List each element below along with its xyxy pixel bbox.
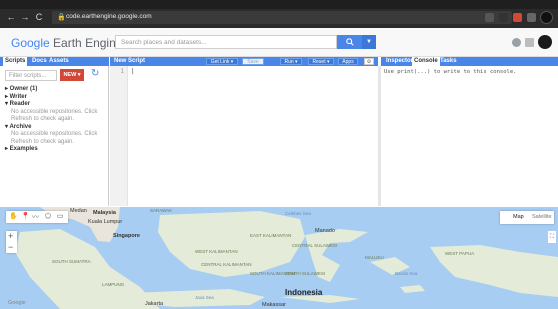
map-type-control: Map Satellite	[500, 211, 554, 224]
place-label: Celebes Sea	[285, 211, 311, 216]
search-icon	[345, 38, 354, 46]
editor-toolbar: New Script Get Link ▾ Save Run ▾ Reset ▾…	[110, 57, 378, 66]
logo-google: Google	[11, 36, 50, 50]
zoom-in-button[interactable]: +	[8, 231, 13, 242]
place-label: Java Sea	[195, 295, 214, 300]
tree-writer[interactable]: ▸ Writer	[5, 94, 105, 102]
search-input[interactable]: Search places and datasets...	[115, 35, 337, 49]
app-logo[interactable]: Google Earth Engine	[11, 36, 122, 50]
run-button[interactable]: Run ▾	[280, 58, 302, 65]
search-placeholder: Search places and datasets...	[121, 39, 207, 46]
marker-icon[interactable]: 📍	[21, 212, 30, 220]
place-label: Kuala Lumpur	[88, 219, 123, 225]
extension-red-icon[interactable]	[513, 13, 522, 22]
forward-icon[interactable]: →	[20, 12, 30, 22]
place-label: Makassar	[262, 302, 286, 308]
save-button[interactable]: Save	[242, 58, 264, 65]
star-icon[interactable]	[499, 13, 508, 22]
scripts-panel: Filter scripts... NEW ▾ ↻ ▸ Owner (1) ▸ …	[0, 66, 109, 206]
extension-icon[interactable]	[485, 13, 494, 22]
map-land	[15, 207, 558, 309]
place-label: CENTRAL KALIMANTAN	[201, 262, 252, 267]
polygon-icon[interactable]: ⬠	[45, 212, 51, 220]
script-tree: ▸ Owner (1) ▸ Writer ▾ Reader No accessi…	[5, 86, 105, 154]
refresh-icon[interactable]: ↻	[91, 68, 99, 79]
right-panel-tabs: Inspector Console Tasks	[381, 57, 558, 66]
zoom-control: + −	[6, 231, 17, 253]
account-avatar[interactable]	[538, 35, 552, 49]
url-text: code.earthengine.google.com	[66, 13, 152, 20]
browser-tabstrip	[0, 0, 558, 9]
code-editor[interactable]: 1 |	[110, 66, 378, 206]
tab-assets[interactable]: Assets	[47, 57, 71, 66]
tree-archive[interactable]: ▾ Archive	[5, 124, 105, 132]
hand-icon[interactable]: ✋	[9, 212, 18, 220]
tab-tasks[interactable]: Tasks	[438, 57, 459, 66]
tab-docs[interactable]: Docs	[30, 57, 49, 66]
place-label: SOUTH SUMATRA	[52, 259, 91, 264]
search-dropdown-button[interactable]: ▼	[362, 35, 376, 49]
back-icon[interactable]: ←	[6, 12, 16, 22]
search-button[interactable]	[337, 35, 362, 49]
profile-avatar[interactable]	[540, 11, 553, 24]
browser-chrome: ← → C 🔒 code.earthengine.google.com	[0, 0, 558, 28]
place-label: MALUKU	[365, 255, 384, 260]
fullscreen-icon[interactable]: ⛶	[548, 231, 556, 243]
line-icon[interactable]: 〰	[32, 212, 39, 222]
place-label: SOUTH SULAWESI	[285, 271, 326, 276]
help-icon[interactable]	[512, 38, 521, 47]
google-attribution: Google	[8, 300, 26, 306]
map-type-satellite[interactable]: Satellite	[532, 214, 552, 220]
console-message: Use print(...) to write to this console.	[384, 69, 517, 75]
drawing-tools: ✋ 📍 〰 ⬠ ▭	[6, 211, 68, 223]
reload-icon[interactable]: C	[34, 12, 44, 22]
zoom-out-button[interactable]: −	[8, 242, 13, 253]
tree-note: Refresh to check again.	[11, 138, 75, 145]
tree-note: No accessible repositories. Click	[11, 131, 98, 137]
tree-examples[interactable]: ▸ Examples	[5, 146, 105, 154]
tree-note: No accessible repositories. Click	[11, 108, 98, 115]
place-label: EAST KALIMANTAN	[250, 233, 292, 238]
settings-gear-icon[interactable]: ⚙	[364, 58, 374, 65]
console-panel: Use print(...) to write to this console.	[381, 66, 558, 206]
left-panel-tabs: Scripts Docs Assets	[0, 57, 109, 66]
extension-puzzle-icon[interactable]	[527, 13, 536, 22]
place-label: Singapore	[113, 233, 140, 239]
place-label: LAMPUNG	[102, 282, 125, 287]
tab-scripts[interactable]: Scripts	[3, 57, 28, 66]
apps-button[interactable]: Apps	[338, 58, 358, 65]
chevron-down-icon: ▼	[366, 39, 372, 45]
place-label: WEST KALIMANTAN	[195, 249, 238, 254]
place-label: SARAWAK	[150, 208, 173, 213]
tree-owner[interactable]: ▸ Owner (1)	[5, 86, 105, 94]
filter-scripts-input[interactable]: Filter scripts...	[5, 70, 57, 81]
text-caret: |	[131, 68, 135, 75]
place-label: Manado	[315, 228, 335, 234]
tree-note: Refresh to check again.	[11, 116, 75, 122]
editor-title: New Script	[114, 58, 146, 64]
logo-product: Earth Engine	[53, 36, 123, 50]
new-button[interactable]: NEW ▾	[60, 69, 84, 81]
rectangle-icon[interactable]: ▭	[57, 212, 64, 220]
get-link-button[interactable]: Get Link ▾	[206, 58, 238, 65]
tab-console[interactable]: Console	[412, 57, 440, 66]
line-number: 1	[120, 68, 124, 75]
place-label: Banda Sea	[395, 271, 418, 276]
apps-grid-icon[interactable]	[525, 38, 534, 47]
place-label: Indonesia	[285, 288, 323, 297]
line-gutter: 1	[110, 66, 128, 206]
tree-reader[interactable]: ▾ Reader	[5, 101, 105, 109]
reset-button[interactable]: Reset ▾	[308, 58, 334, 65]
address-bar[interactable]: 🔒 code.earthengine.google.com	[52, 11, 512, 24]
map-type-map[interactable]: Map	[513, 214, 524, 220]
place-label: WEST PAPUA	[445, 251, 475, 256]
filter-placeholder: Filter scripts...	[9, 73, 47, 79]
place-label: Medan	[70, 208, 87, 214]
lock-icon: 🔒	[57, 14, 66, 21]
place-label: Jakarta	[145, 301, 164, 307]
tab-inspector[interactable]: Inspector	[384, 57, 415, 66]
place-label: Malaysia	[93, 210, 116, 216]
place-label: CENTRAL SULAWESI	[292, 243, 338, 248]
map-view[interactable]: ✋ 📍 〰 ⬠ ▭ + − Map Satellite ⛶ Medan Mala…	[0, 207, 558, 309]
